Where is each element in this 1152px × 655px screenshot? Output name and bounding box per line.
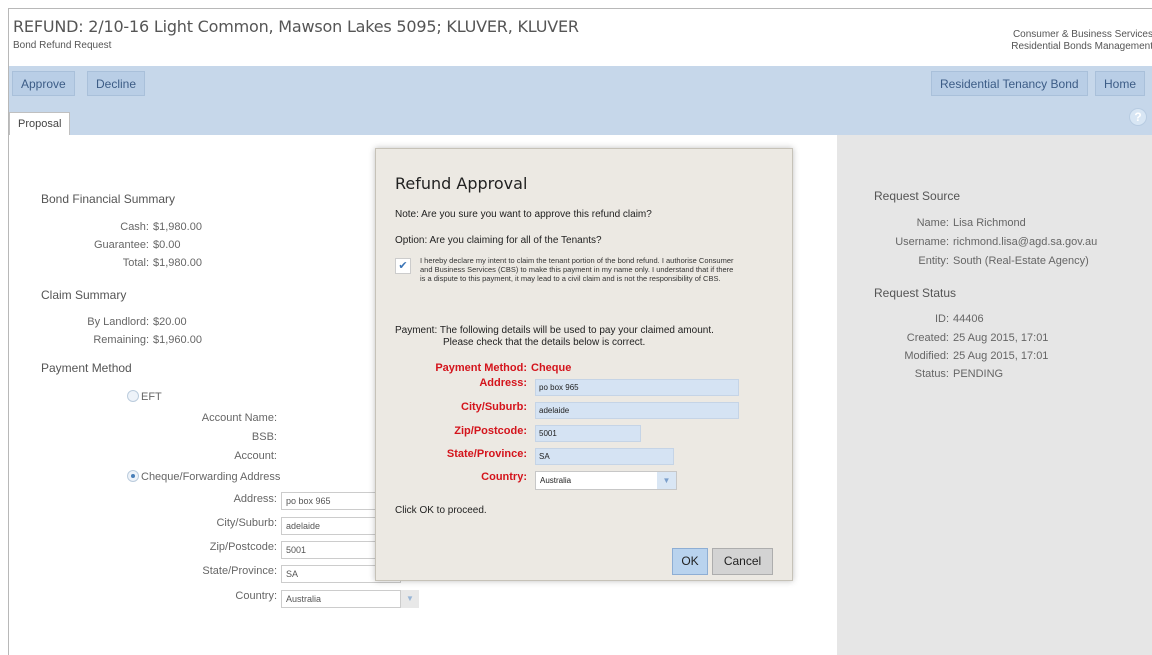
bsb-label: BSB: bbox=[251, 431, 277, 443]
ok-button[interactable]: OK bbox=[672, 548, 708, 575]
entity-value: South (Real-Estate Agency) bbox=[953, 255, 1089, 267]
title-bar: REFUND: 2/10-16 Light Common, Mawson Lak… bbox=[9, 9, 1152, 61]
address-label: Address: bbox=[233, 493, 277, 505]
state-field[interactable]: SA bbox=[535, 448, 674, 465]
address-label: Address: bbox=[479, 377, 527, 389]
dialog-option: Option: Are you claiming for all of the … bbox=[395, 235, 602, 246]
dialog-title: Refund Approval bbox=[395, 174, 528, 193]
username-value: richmond.lisa@agd.sa.gov.au bbox=[953, 236, 1098, 248]
guarantee-value: $0.00 bbox=[153, 239, 181, 251]
country-select-value: Australia bbox=[540, 476, 572, 485]
entity-label: Entity: bbox=[918, 255, 949, 267]
help-icon[interactable]: ? bbox=[1129, 108, 1147, 126]
created-value: 25 Aug 2015, 17:01 bbox=[953, 332, 1049, 344]
cash-value: $1,980.00 bbox=[153, 221, 202, 233]
org-name: Consumer & Business Services bbox=[1012, 29, 1152, 40]
eft-radio[interactable] bbox=[127, 390, 139, 402]
country-label: Country: bbox=[481, 471, 527, 483]
home-button[interactable]: Home bbox=[1095, 71, 1146, 96]
zip-field[interactable]: 5001 bbox=[535, 425, 641, 442]
payment-check-note: Please check that the details below is c… bbox=[443, 337, 646, 348]
guarantee-label: Guarantee: bbox=[93, 239, 149, 251]
country-label: Country: bbox=[235, 590, 277, 602]
toolbar: Approve Decline Residential Tenancy Bond… bbox=[9, 66, 1152, 102]
zip-label: Zip/Postcode: bbox=[209, 541, 277, 553]
name-label: Name: bbox=[916, 217, 949, 229]
page-title: REFUND: 2/10-16 Light Common, Mawson Lak… bbox=[13, 17, 579, 36]
cheque-label: Cheque/Forwarding Address bbox=[141, 471, 281, 483]
state-label: State/Province: bbox=[202, 565, 277, 577]
payment-method-value: Cheque bbox=[531, 362, 572, 374]
bond-summary-heading: Bond Financial Summary bbox=[41, 192, 176, 206]
payment-method-label: Payment Method: bbox=[435, 362, 527, 374]
remaining-label: Remaining: bbox=[93, 334, 149, 346]
cash-label: Cash: bbox=[120, 221, 149, 233]
cheque-radio[interactable] bbox=[127, 470, 139, 482]
address-field[interactable]: po box 965 bbox=[535, 379, 739, 396]
tab-strip: Proposal ? bbox=[9, 102, 1152, 136]
residential-tenancy-bond-button[interactable]: Residential Tenancy Bond bbox=[931, 71, 1088, 96]
total-label: Total: bbox=[122, 257, 149, 269]
chevron-down-icon[interactable]: ▼ bbox=[657, 472, 676, 489]
country-select[interactable]: Australia ▼ bbox=[535, 471, 677, 490]
modified-label: Modified: bbox=[904, 350, 949, 362]
dialog-note: Note: Are you sure you want to approve t… bbox=[395, 209, 652, 220]
tab-proposal[interactable]: Proposal bbox=[9, 112, 71, 136]
account-label: Account: bbox=[234, 450, 277, 462]
refund-approval-dialog: Refund Approval Note: Are you sure you w… bbox=[375, 148, 793, 581]
payment-method-heading: Payment Method bbox=[41, 361, 132, 375]
proceed-note: Click OK to proceed. bbox=[395, 505, 487, 516]
city-label: City/Suburb: bbox=[461, 401, 527, 413]
city-label: City/Suburb: bbox=[216, 517, 277, 529]
account-name-label: Account Name: bbox=[201, 412, 277, 424]
total-value: $1,980.00 bbox=[153, 257, 202, 269]
check-icon: ✔ bbox=[398, 260, 408, 272]
eft-label: EFT bbox=[141, 391, 162, 403]
by-landlord-value: $20.00 bbox=[153, 316, 187, 328]
zip-label: Zip/Postcode: bbox=[454, 425, 527, 437]
declaration-text: I hereby declare my intent to claim the … bbox=[420, 256, 734, 283]
id-label: ID: bbox=[934, 313, 949, 325]
request-source-heading: Request Source bbox=[874, 189, 961, 203]
state-label: State/Province: bbox=[446, 448, 527, 460]
page-subtitle: Bond Refund Request bbox=[13, 40, 112, 51]
approve-button[interactable]: Approve bbox=[12, 71, 75, 96]
name-value: Lisa Richmond bbox=[953, 217, 1026, 229]
org-department: Residential Bonds Management bbox=[1011, 41, 1152, 52]
status-label: Status: bbox=[914, 368, 949, 380]
id-value: 44406 bbox=[953, 313, 984, 325]
claim-summary-heading: Claim Summary bbox=[41, 288, 127, 302]
modified-value: 25 Aug 2015, 17:01 bbox=[953, 350, 1049, 362]
status-value: PENDING bbox=[953, 368, 1004, 380]
created-label: Created: bbox=[906, 332, 949, 344]
payment-note: Payment: The following details will be u… bbox=[395, 325, 714, 336]
city-field[interactable]: adelaide bbox=[535, 402, 739, 419]
country-select[interactable]: Australia bbox=[281, 590, 401, 608]
request-status-heading: Request Status bbox=[874, 286, 957, 300]
request-info-panel: Request Source Name: Lisa Richmond Userna… bbox=[837, 135, 1152, 655]
remaining-value: $1,960.00 bbox=[153, 334, 202, 346]
username-label: Username: bbox=[895, 236, 949, 248]
by-landlord-label: By Landlord: bbox=[87, 316, 149, 328]
decline-button[interactable]: Decline bbox=[87, 71, 146, 96]
cancel-button[interactable]: Cancel bbox=[712, 548, 773, 575]
all-tenants-checkbox[interactable]: ✔ bbox=[395, 258, 411, 274]
chevron-down-icon[interactable]: ▼ bbox=[401, 590, 419, 608]
